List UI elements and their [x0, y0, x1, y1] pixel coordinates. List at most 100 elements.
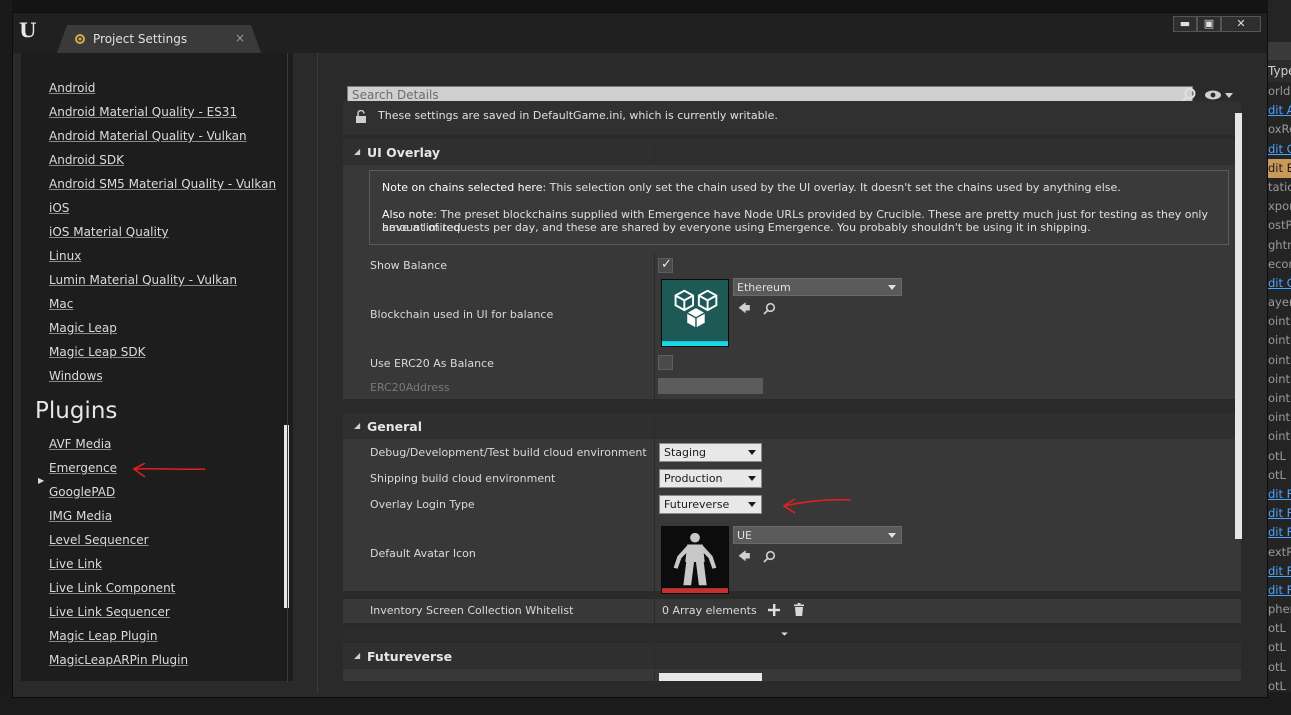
collapse-arrow-icon[interactable]: ◢: [354, 147, 360, 156]
background-editor-left: [0, 0, 12, 715]
background-outliner: Type orld dit A oxRe dit C dit Etatic xpon ost…: [1268, 0, 1291, 715]
shipping-env-dropdown[interactable]: Production: [659, 469, 762, 488]
settings-gear-icon: [75, 34, 85, 44]
collapse-arrow-icon[interactable]: ◢: [354, 421, 360, 430]
maximize-button[interactable]: ▣: [1197, 16, 1221, 32]
outliner-row: xpon: [1268, 199, 1291, 214]
tab-close-icon[interactable]: ×: [235, 31, 245, 45]
outliner-row: orld: [1268, 84, 1291, 98]
outliner-row: dit F: [1268, 582, 1291, 597]
outliner-row: otL: [1268, 659, 1286, 674]
column-divider: [654, 517, 655, 591]
nav-item-magic-leap-plugin[interactable]: Magic Leap Plugin: [49, 629, 157, 643]
outliner-row: dit F: [1268, 506, 1291, 521]
chevron-down-icon: [888, 285, 896, 290]
config-notice-text: These settings are saved in DefaultGame.…: [378, 109, 778, 122]
window-titlebar[interactable]: U Project Settings × ▬ ▣ ✕: [13, 13, 1267, 53]
column-divider: [654, 599, 655, 623]
nav-item-magic-leap-sdk[interactable]: Magic Leap SDK: [49, 345, 145, 359]
chevron-down-icon: [748, 450, 756, 455]
default-avatar-label: Default Avatar Icon: [370, 547, 476, 560]
nav-item-android-sm5-material-quality-vulkan[interactable]: Android SM5 Material Quality - Vulkan: [49, 177, 276, 191]
plugins-heading: Plugins: [35, 398, 118, 424]
nav-item-lumin-material-quality-vulkan[interactable]: Lumin Material Quality - Vulkan: [49, 273, 237, 287]
blockchain-asset-dropdown[interactable]: Ethereum: [733, 278, 902, 296]
nav-item-windows[interactable]: Windows: [49, 369, 103, 383]
outliner-row: pher: [1268, 602, 1291, 617]
nav-item-linux[interactable]: Linux: [49, 249, 81, 263]
debug-env-dropdown[interactable]: Staging: [659, 443, 762, 462]
nav-item-level-sequencer[interactable]: Level Sequencer: [49, 533, 149, 547]
row-erc20-address: ERC20Address: [343, 375, 1241, 399]
collapse-arrow-icon[interactable]: ◢: [354, 651, 360, 660]
nav-item-live-link[interactable]: Live Link: [49, 557, 102, 571]
nav-item-googlepad[interactable]: GooglePAD: [49, 485, 115, 499]
row-use-erc20: Use ERC20 As Balance: [343, 351, 1241, 375]
nav-item-emergence[interactable]: Emergence: [49, 461, 117, 475]
show-balance-checkbox[interactable]: [658, 257, 673, 273]
category-futureverse[interactable]: ◢ Futureverse: [343, 643, 1241, 669]
outliner-row: otL: [1268, 448, 1286, 463]
row-show-balance: Show Balance: [343, 253, 1241, 277]
login-type-dropdown[interactable]: Futureverse: [659, 495, 762, 514]
outliner-type-header: Type: [1268, 60, 1291, 82]
column-divider: [654, 669, 655, 681]
outliner-row: otL: [1268, 467, 1286, 482]
chevron-down-icon: [748, 476, 756, 481]
note-2-bold: Also note: [382, 208, 434, 221]
nav-item-android[interactable]: Android: [49, 81, 95, 95]
use-selected-arrow-icon[interactable]: 🡄: [738, 301, 752, 315]
nav-item-magic-leap[interactable]: Magic Leap: [49, 321, 117, 335]
debug-env-value: Staging: [664, 446, 707, 459]
note-1-text: : This selection only set the chain used…: [542, 181, 1121, 194]
nav-item-mac[interactable]: Mac: [49, 297, 73, 311]
unreal-logo-icon: U: [19, 18, 37, 42]
details-scrollbar[interactable]: [1235, 113, 1242, 539]
close-window-button[interactable]: ✕: [1221, 16, 1261, 32]
expand-down-icon[interactable]: ⏷: [781, 630, 788, 640]
nav-item-ios-material-quality[interactable]: iOS Material Quality: [49, 225, 169, 239]
nav-item-avf-media[interactable]: AVF Media: [49, 437, 111, 451]
column-divider: [654, 413, 655, 439]
settings-nav-panel: Android Android Material Quality - ES31 An…: [21, 53, 293, 681]
browse-search-icon[interactable]: [763, 550, 776, 563]
column-divider: [654, 139, 655, 165]
nav-item-live-link-component[interactable]: Live Link Component: [49, 581, 175, 595]
shipping-env-label: Shipping build cloud environment: [370, 472, 556, 485]
expand-arrow-icon[interactable]: ▶: [38, 476, 44, 485]
use-erc20-label: Use ERC20 As Balance: [370, 357, 494, 370]
add-element-icon[interactable]: [768, 604, 780, 616]
outliner-row: ointL: [1268, 333, 1291, 348]
nav-item-magicleaparpin-plugin[interactable]: MagicLeapARPin Plugin: [49, 653, 188, 667]
outliner-row: ointL: [1268, 371, 1291, 386]
futureverse-dropdown-partial[interactable]: [659, 673, 762, 681]
use-erc20-checkbox[interactable]: [658, 355, 673, 370]
outliner-row: dit F: [1268, 563, 1291, 578]
annotation-arrow-emergence: [132, 463, 206, 478]
category-general[interactable]: ◢ General: [343, 413, 1241, 439]
nav-item-android-material-quality-es31[interactable]: Android Material Quality - ES31: [49, 105, 237, 119]
erc20-address-label: ERC20Address: [370, 381, 450, 394]
use-selected-arrow-icon[interactable]: 🡄: [738, 549, 752, 563]
column-divider: [654, 351, 655, 375]
trash-icon[interactable]: [793, 603, 805, 616]
outliner-row: ointL: [1268, 352, 1291, 367]
background-toolbar: [1268, 42, 1291, 60]
advanced-expander[interactable]: ⏷: [343, 629, 1241, 641]
inventory-whitelist-label: Inventory Screen Collection Whitelist: [370, 604, 574, 617]
row-debug-env: Debug/Development/Test build cloud envir…: [343, 439, 1241, 465]
category-ui-overlay[interactable]: ◢ UI Overlay: [343, 139, 1241, 165]
nav-item-live-link-sequencer[interactable]: Live Link Sequencer: [49, 605, 170, 619]
avatar-thumbnail[interactable]: [661, 526, 729, 594]
category-title: General: [367, 419, 422, 434]
minimize-button[interactable]: ▬: [1173, 16, 1197, 32]
nav-item-ios[interactable]: iOS: [49, 201, 69, 215]
nav-item-android-material-quality-vulkan[interactable]: Android Material Quality - Vulkan: [49, 129, 247, 143]
outliner-row: ayer: [1268, 295, 1291, 310]
avatar-asset-dropdown[interactable]: UE: [733, 526, 902, 544]
column-divider: [654, 253, 655, 277]
blockchain-thumbnail[interactable]: [661, 279, 729, 347]
browse-search-icon[interactable]: [763, 302, 776, 315]
nav-item-img-media[interactable]: IMG Media: [49, 509, 112, 523]
nav-item-android-sdk[interactable]: Android SDK: [49, 153, 124, 167]
